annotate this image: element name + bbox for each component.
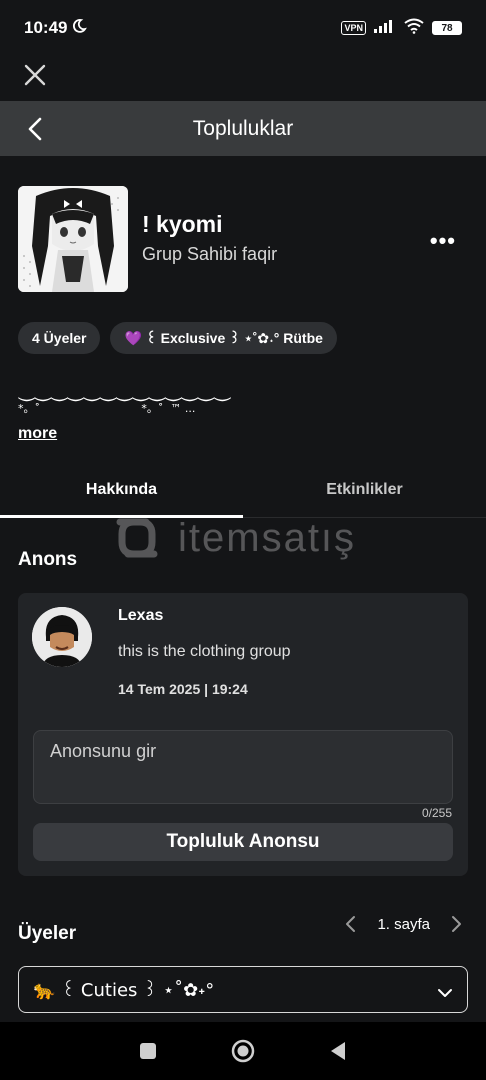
group-avatar <box>18 186 128 292</box>
more-link[interactable]: more <box>18 425 57 443</box>
announcements-heading: Anons <box>18 549 78 570</box>
group-chips: 4 Üyeler 💜 ꒰ Exclusive ꒱ ⋆˚✿˖° Rütbe <box>18 322 337 354</box>
vpn-badge: VPN <box>341 21 366 35</box>
announcement-author[interactable]: Lexas <box>118 607 163 625</box>
group-name: ! kyomi <box>142 211 223 237</box>
status-bar: 10:49 VPN 78 <box>0 0 486 56</box>
description-text: *。˚ *。˚ ™ ... <box>18 402 196 415</box>
tab-about[interactable]: Hakkında <box>0 462 243 518</box>
signal-icon <box>374 19 396 38</box>
close-row <box>0 56 486 100</box>
avatar[interactable] <box>32 607 92 667</box>
tab-events[interactable]: Etkinlikler <box>243 462 486 517</box>
watermark-text: itemsatış <box>178 516 357 560</box>
members-count-chip[interactable]: 4 Üyeler <box>18 322 101 354</box>
description-decoration: ⏝⏝⏝⏝⏝⏝⏝⏝⏝⏝⏝⏝⏝ <box>18 380 231 401</box>
announcement-card: Lexas this is the clothing group 14 Tem … <box>18 593 468 876</box>
more-options-icon[interactable]: ••• <box>430 228 456 254</box>
group-header: ! kyomi Grup Sahibi faqir ••• <box>18 186 468 294</box>
back-arrow-icon[interactable] <box>24 115 46 143</box>
group-owner: Grup Sahibi faqir <box>142 244 278 264</box>
page-title: Topluluklar <box>192 116 294 140</box>
status-icons: VPN 78 <box>341 18 462 39</box>
tab-bar: Hakkında Etkinlikler <box>0 462 486 518</box>
battery-indicator: 78 <box>432 21 462 35</box>
recents-square-icon[interactable] <box>134 1037 162 1065</box>
rank-dropdown[interactable]: 🐆 ꒰ Cuties ꒱ ⋆˚✿˖° <box>18 966 468 1013</box>
announcement-input[interactable] <box>33 730 453 804</box>
page-indicator: 1. sayfa <box>377 915 430 933</box>
moon-icon <box>71 18 88 39</box>
announcement-message: this is the clothing group <box>118 643 291 660</box>
members-heading: Üyeler <box>18 923 77 944</box>
status-time: 10:49 <box>24 18 68 37</box>
close-icon[interactable] <box>22 62 48 88</box>
char-counter: 0/255 <box>421 806 452 820</box>
back-triangle-icon[interactable] <box>324 1037 352 1065</box>
announcement-timestamp: 14 Tem 2025 | 19:24 <box>118 681 248 697</box>
chevron-down-icon <box>437 985 453 997</box>
system-nav-bar <box>0 1022 486 1080</box>
chevron-right-icon[interactable] <box>448 912 464 936</box>
watermark-logo-icon <box>116 518 158 558</box>
title-bar: Topluluklar <box>0 101 486 156</box>
wifi-icon <box>404 18 424 39</box>
rank-chip[interactable]: 💜 ꒰ Exclusive ꒱ ⋆˚✿˖° Rütbe <box>110 322 337 354</box>
members-pager: 1. sayfa <box>343 912 464 936</box>
rank-dropdown-value: 🐆 ꒰ Cuties ꒱ ⋆˚✿˖° <box>33 980 215 1001</box>
watermark: itemsatış <box>100 514 390 566</box>
home-circle-icon[interactable] <box>229 1037 257 1065</box>
post-announcement-button[interactable]: Topluluk Anonsu <box>33 823 453 861</box>
chevron-left-icon[interactable] <box>343 912 359 936</box>
